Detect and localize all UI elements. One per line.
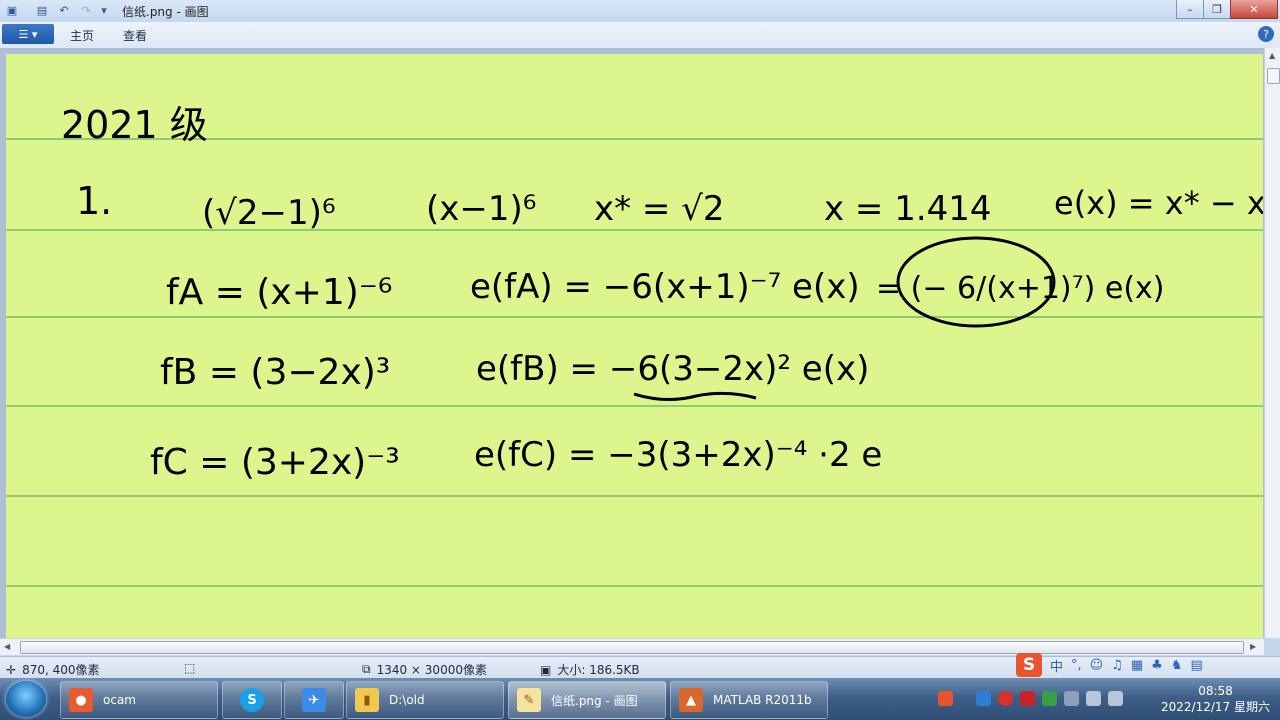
record-icon[interactable] (998, 691, 1013, 706)
minimize-button[interactable]: – (1176, 0, 1204, 19)
undo-icon[interactable]: ↶ (56, 3, 72, 18)
shirt-icon[interactable]: ♞ (1171, 658, 1183, 673)
ime-toolbar[interactable]: S 中 °, ☺ ♫ ▦ ♣ ♞ ▤ (1016, 651, 1264, 679)
problem-number: 1. (76, 179, 112, 223)
maximize-button[interactable]: ❐ (1203, 0, 1231, 19)
flag-icon[interactable] (1064, 691, 1079, 706)
file-size: ▣ 大小: 186.5KB (540, 661, 640, 678)
help-icon[interactable]: ? (1258, 26, 1274, 42)
security-icon[interactable] (1042, 691, 1057, 706)
taskbar-label: D:\old (389, 693, 425, 707)
taskbar-label: 信纸.png - 画图 (551, 693, 638, 708)
vertical-scrollbar[interactable]: ▲ (1264, 48, 1280, 638)
sogou-ime-icon[interactable]: S (1016, 653, 1042, 677)
image-size-icon: ⧉ (362, 662, 371, 676)
ocam-icon: ● (69, 688, 93, 712)
system-tray: 08:58 2022/12/17 星期六 (934, 678, 1280, 720)
window-title: 信纸.png - 画图 (122, 5, 209, 19)
media-icon[interactable] (1020, 691, 1035, 706)
fa-error: e(fA) = −6(x+1)⁻⁷ e(x) (470, 267, 860, 307)
keyboard-icon[interactable]: ▦ (1131, 658, 1143, 673)
scroll-right-icon[interactable]: ▶ (1250, 642, 1256, 651)
clock-time: 08:58 (1198, 684, 1233, 698)
taskbar-item-paint[interactable]: ✎ 信纸.png - 画图 (508, 681, 666, 719)
expr-sqrt2: (√2−1)⁶ (202, 193, 336, 233)
apps-grid-icon[interactable]: ▤ (1190, 658, 1202, 673)
fa-circled-result: = (− 6/(x+1)⁷) e(x) (876, 271, 1165, 306)
scroll-up-icon[interactable]: ▲ (1269, 51, 1275, 60)
taskbar-label: MATLAB R2011b (713, 693, 812, 707)
drawing-canvas[interactable]: 2021 级 1. (√2−1)⁶ (x−1)⁶ x* = √2 x = 1.4… (6, 54, 1263, 638)
fb-error: e(fB) = −6(3−2x)² e(x) (476, 349, 869, 389)
selection-icon: ⬚ (184, 661, 196, 675)
ribbon: ☰ ▾ 主页 查看 ? (0, 22, 1280, 49)
scroll-left-icon[interactable]: ◀ (4, 642, 10, 651)
canvas-area: 2021 级 1. (√2−1)⁶ (x−1)⁶ x* = √2 x = 1.4… (0, 48, 1264, 638)
cursor-position: ✛ 870, 400像素 (6, 661, 100, 678)
close-button[interactable]: ✕ (1230, 0, 1278, 19)
fc-error: e(fC) = −3(3+2x)⁻⁴ ·2 e (474, 435, 882, 475)
disk-icon: ▣ (540, 662, 552, 677)
sogou-tray-icon[interactable] (938, 691, 953, 706)
vertical-scroll-thumb[interactable] (1267, 68, 1280, 84)
fc-def: fC = (3+2x)⁻³ (150, 442, 400, 483)
matlab-icon: ▲ (679, 688, 703, 712)
taskbar-item-ocam[interactable]: ● ocam (60, 681, 218, 719)
network-signal-icon[interactable] (1108, 691, 1123, 706)
tab-view[interactable]: 查看 (123, 27, 147, 44)
save-icon[interactable]: ▤ (34, 3, 50, 18)
skin-icon[interactable]: ♣ (1151, 658, 1163, 673)
error-def: e(x) = x* − x (1054, 184, 1263, 222)
taskbar-item-sogou[interactable]: S (222, 681, 282, 719)
customize-dropdown-icon[interactable]: ▾ (96, 3, 112, 18)
image-size-text: 1340 × 30000像素 (376, 663, 487, 677)
paint-menu-button[interactable]: ☰ ▾ (2, 24, 54, 44)
taskbar-item-folder[interactable]: ▮ D:\old (346, 681, 504, 719)
paint-icon: ✎ (517, 688, 541, 712)
taskbar-item-matlab[interactable]: ▲ MATLAB R2011b (670, 681, 828, 719)
folder-icon: ▮ (355, 688, 379, 712)
tab-home[interactable]: 主页 (70, 27, 94, 44)
start-button[interactable] (6, 681, 46, 717)
xstar-def: x* = √2 (594, 189, 725, 229)
crosshair-icon: ✛ (6, 662, 17, 677)
image-size: ⧉ 1340 × 30000像素 (362, 661, 487, 678)
title-bar: ▣ ▤ ↶ ↷ ▾ 信纸.png - 画图 – ❐ ✕ (0, 0, 1280, 23)
fb-def: fB = (3−2x)³ (160, 352, 390, 393)
fa-def: fA = (x+1)⁻⁶ (166, 272, 392, 313)
network-app-icon[interactable] (976, 691, 991, 706)
handwritten-notes: 2021 级 1. (√2−1)⁶ (x−1)⁶ x* = √2 x = 1.4… (6, 103, 1263, 587)
taskbar: ● ocam S ✈ ▮ D:\old ✎ 信纸.png - 画图 ▲ MATL… (0, 678, 1280, 720)
paint-app-icon[interactable]: ▣ (4, 3, 20, 18)
taskbar-item-feishu[interactable]: ✈ (284, 681, 344, 719)
redo-icon[interactable]: ↷ (78, 3, 94, 18)
emoji-icon[interactable]: ☺ (1090, 658, 1104, 673)
header-text: 2021 级 (61, 103, 208, 147)
cursor-position-text: 870, 400像素 (22, 663, 100, 677)
microphone-icon[interactable]: ♫ (1111, 658, 1123, 673)
file-size-text: 大小: 186.5KB (557, 663, 640, 677)
ime-mode[interactable]: 中 (1050, 656, 1063, 675)
volume-icon[interactable] (1086, 691, 1101, 706)
underline-mark (633, 391, 757, 401)
x-value: x = 1.414 (824, 189, 992, 229)
feishu-icon: ✈ (302, 688, 326, 712)
selection-size: ⬚ (184, 661, 195, 675)
ime-punct[interactable]: °, (1071, 658, 1082, 673)
expr-x-minus-1: (x−1)⁶ (426, 189, 536, 229)
taskbar-label: ocam (103, 693, 136, 707)
clock-date: 2022/12/17 星期六 (1161, 700, 1270, 714)
clock[interactable]: 08:58 2022/12/17 星期六 (1161, 683, 1270, 715)
sogou-app-icon: S (240, 688, 264, 712)
